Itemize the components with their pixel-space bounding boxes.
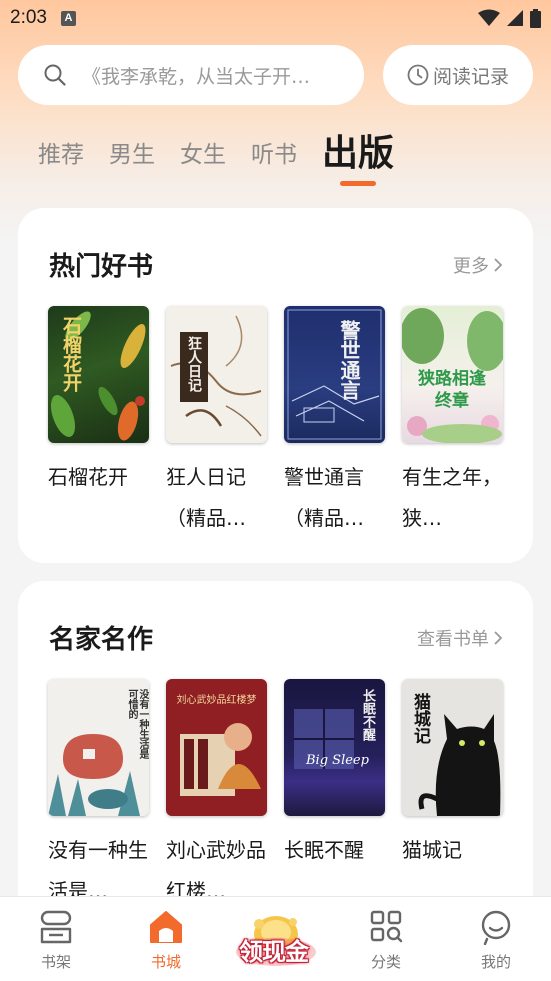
hot-books-card: 热门好书 更多 石榴花开 石榴花开 狂人日记 狂人日记（精品… 警世通言 警世通… bbox=[18, 208, 533, 563]
cover-title: 狭路相逢终章 bbox=[418, 369, 486, 411]
bookshelf-icon bbox=[40, 910, 72, 944]
tab-published[interactable]: 出版 bbox=[322, 124, 394, 188]
cover-title: 长眠不醒 bbox=[360, 689, 375, 741]
more-link[interactable]: 更多 bbox=[453, 252, 503, 278]
book-cover: 狭路相逢终章 bbox=[402, 306, 503, 443]
book-item[interactable]: 猫城记 猫城记 bbox=[402, 679, 503, 912]
cover-title: 警世通言 bbox=[337, 320, 361, 400]
reading-history-label: 阅读记录 bbox=[432, 65, 509, 88]
cover-title: 狂人日记 bbox=[186, 336, 202, 392]
header-background bbox=[0, 0, 551, 240]
book-cover: 长眠不醒 Big Sleep bbox=[284, 679, 385, 816]
claim-cash-button[interactable]: 领现金 bbox=[233, 912, 319, 970]
book-cover: 石榴花开 bbox=[48, 306, 149, 443]
book-title: 狂人日记（精品… bbox=[166, 465, 246, 530]
nav-bookshelf[interactable]: 书架 bbox=[16, 909, 96, 972]
nav-bookstore[interactable]: 书城 bbox=[126, 909, 206, 972]
book-item[interactable]: 刘心武妙品红楼梦 刘心武妙品红楼… bbox=[166, 679, 267, 912]
status-icons bbox=[478, 8, 541, 28]
tab-male[interactable]: 男生 bbox=[109, 135, 155, 188]
book-title: 警世通言（精品… bbox=[284, 465, 364, 530]
profile-icon bbox=[481, 910, 511, 945]
book-item[interactable]: 石榴花开 石榴花开 bbox=[48, 306, 149, 539]
author-portrait-illustration bbox=[180, 723, 261, 796]
search-icon bbox=[44, 64, 66, 86]
book-cover: 没有一种生活是可惜的 bbox=[48, 679, 149, 816]
view-list-link[interactable]: 查看书单 bbox=[417, 625, 503, 651]
book-cover: 警世通言 bbox=[284, 306, 385, 443]
signal-icon bbox=[507, 10, 523, 26]
book-cover: 刘心武妙品红楼梦 bbox=[166, 679, 267, 816]
chevron-right-icon bbox=[494, 258, 503, 272]
reading-history-button[interactable]: 阅读记录 bbox=[383, 45, 533, 105]
famous-works-card: 名家名作 查看书单 没有一种生活是可惜的 没有一种生活是… 刘心武妙品红楼梦 刘… bbox=[18, 581, 533, 921]
book-item[interactable]: 狭路相逢终章 有生之年，狭… bbox=[402, 306, 503, 539]
nav-profile[interactable]: 我的 bbox=[456, 909, 536, 972]
book-item[interactable]: 长眠不醒 Big Sleep 长眠不醒 bbox=[284, 679, 385, 912]
book-item[interactable]: 没有一种生活是可惜的 没有一种生活是… bbox=[48, 679, 149, 912]
category-grid-icon bbox=[370, 910, 403, 943]
cover-subtitle: Big Sleep bbox=[306, 753, 369, 768]
temple-illustration bbox=[287, 309, 382, 440]
wifi-icon bbox=[478, 9, 500, 26]
tab-audiobook[interactable]: 听书 bbox=[251, 135, 297, 188]
nav-category[interactable]: 分类 bbox=[346, 909, 426, 972]
clock-icon bbox=[407, 64, 429, 86]
book-title: 猫城记 bbox=[402, 838, 462, 862]
tab-female[interactable]: 女生 bbox=[180, 135, 226, 188]
battery-icon bbox=[530, 8, 541, 28]
section-title: 名家名作 bbox=[49, 625, 154, 655]
section-title: 热门好书 bbox=[49, 252, 154, 282]
book-cover: 狂人日记 bbox=[166, 306, 267, 443]
cover-title: 没有一种生活是可惜的 bbox=[126, 689, 148, 759]
status-bar: 2:03 A bbox=[0, 0, 551, 36]
cover-title: 猫城记 bbox=[410, 693, 430, 744]
book-item[interactable]: 狂人日记 狂人日记（精品… bbox=[166, 306, 267, 539]
search-placeholder: 《我李承乾，从当太子开… bbox=[82, 65, 311, 88]
category-tabs: 推荐 男生 女生 听书 出版 bbox=[38, 128, 419, 188]
book-title: 石榴花开 bbox=[48, 465, 128, 489]
book-title: 长眠不醒 bbox=[284, 838, 364, 862]
active-tab-indicator bbox=[340, 181, 376, 186]
search-input[interactable]: 《我李承乾，从当太子开… bbox=[18, 45, 364, 105]
cover-title: 石榴花开 bbox=[60, 316, 82, 392]
book-title: 有生之年，狭… bbox=[402, 465, 502, 530]
status-time: 2:03 bbox=[10, 7, 47, 28]
book-cover: 猫城记 bbox=[402, 679, 503, 816]
book-item[interactable]: 警世通言 警世通言（精品… bbox=[284, 306, 385, 539]
notification-icon: A bbox=[60, 10, 76, 26]
tab-recommend[interactable]: 推荐 bbox=[38, 135, 84, 188]
chevron-right-icon bbox=[494, 631, 503, 645]
claim-cash-label: 领现金 bbox=[239, 938, 309, 966]
store-home-icon bbox=[150, 911, 182, 943]
